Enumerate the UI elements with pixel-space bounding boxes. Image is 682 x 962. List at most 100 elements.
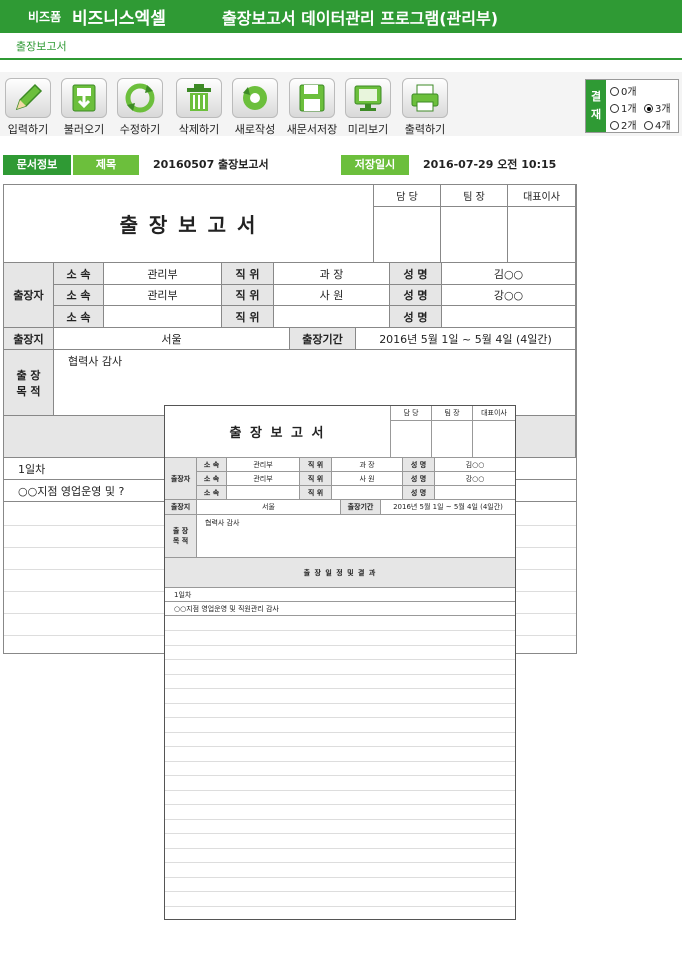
load-button[interactable]: 불러오기 xyxy=(56,78,112,137)
approver-2-label: 팀 장 xyxy=(441,185,508,207)
pencil-icon xyxy=(5,78,51,118)
app-title: 출장보고서 데이터관리 프로그램(관리부) xyxy=(222,9,499,28)
preview-name-value: 김○○ xyxy=(435,458,515,472)
approver-1-label: 담 당 xyxy=(374,185,441,207)
approval-option-4[interactable]: 4개 xyxy=(644,117,671,132)
preview-name-label: 성 명 xyxy=(403,486,435,500)
approval-count-selector: 결 재 0개 1개 3개 2개 4개 xyxy=(585,79,679,133)
preview-title: 출 장 보 고 서 xyxy=(165,406,391,458)
document-info-bar: 문서정보 제목 20160507 출장보고서 저장일시 2016-07-29 오… xyxy=(3,155,577,175)
preview-purpose-value: 협력사 감사 xyxy=(197,515,515,558)
approver-1-sign[interactable] xyxy=(374,207,441,263)
position-label: 직 위 xyxy=(222,306,274,328)
position-label: 직 위 xyxy=(222,285,274,306)
preview-traveler-label: 출장자 xyxy=(165,458,197,500)
edit-button[interactable]: 수정하기 xyxy=(112,78,168,137)
preview-position-label: 직 위 xyxy=(300,458,332,472)
place-value[interactable]: 서울 xyxy=(54,328,290,350)
name-label: 성 명 xyxy=(390,285,442,306)
position-label: 직 위 xyxy=(222,263,274,285)
preview-sign-3 xyxy=(473,421,515,458)
position-value[interactable]: 과 장 xyxy=(274,263,390,285)
tab-report[interactable]: 출장보고서 xyxy=(16,38,67,54)
preview-approver-1: 담 당 xyxy=(391,406,432,421)
dept-label: 소 속 xyxy=(54,306,104,328)
save-new-button[interactable]: 새문서저장 xyxy=(284,78,340,137)
approval-option-1[interactable]: 1개 xyxy=(610,100,637,115)
preview-dept-value: 관리부 xyxy=(227,472,300,486)
brand-small: 비즈폼 xyxy=(28,10,62,24)
name-value[interactable] xyxy=(442,306,576,328)
report-title: 출 장 보 고 서 xyxy=(4,185,374,263)
new-button-label: 새로작성 xyxy=(234,123,276,136)
name-value[interactable]: 강○○ xyxy=(442,285,576,306)
name-value[interactable]: 김○○ xyxy=(442,263,576,285)
approval-label: 결 재 xyxy=(586,80,606,132)
approval-option-3[interactable]: 3개 xyxy=(644,100,671,115)
preview-row-divider xyxy=(165,630,515,631)
print-button-label: 출력하기 xyxy=(404,123,446,136)
preview-row-divider xyxy=(165,644,515,646)
preview-button[interactable]: 미리보기 xyxy=(340,78,396,137)
preview-period-label: 출장기간 xyxy=(341,500,381,515)
preview-row-divider xyxy=(165,760,515,762)
title-label: 제목 xyxy=(73,155,139,175)
preview-row-divider xyxy=(165,659,515,660)
preview-row-divider xyxy=(165,702,515,704)
approval-option-2[interactable]: 2개 xyxy=(610,117,637,132)
dept-value[interactable] xyxy=(104,306,222,328)
place-label: 출장지 xyxy=(4,328,54,350)
load-button-label: 불러오기 xyxy=(63,123,105,136)
dept-value[interactable]: 관리부 xyxy=(104,263,222,285)
print-button[interactable]: 출력하기 xyxy=(397,78,453,137)
preview-schedule-header: 출 장 일 정 및 결 과 xyxy=(165,558,515,588)
preview-position-value: 사 원 xyxy=(332,472,403,486)
radio-icon xyxy=(610,121,619,130)
preview-row-divider xyxy=(165,833,515,834)
trash-icon xyxy=(176,78,222,118)
delete-button-label: 삭제하기 xyxy=(178,123,220,136)
preview-period-value: 2016년 5월 1일 ~ 5월 4일 (4일간) xyxy=(381,500,515,515)
brand-logo: 비즈니스엑셀 xyxy=(72,9,166,29)
name-label: 성 명 xyxy=(390,263,442,285)
preview-position-label: 직 위 xyxy=(300,486,332,500)
preview-row-divider xyxy=(165,891,515,892)
radio-selected-icon xyxy=(644,104,653,113)
approver-3-label: 대표이사 xyxy=(508,185,576,207)
radio-icon xyxy=(610,104,619,113)
preview-row-divider xyxy=(165,731,515,733)
saved-date-value: 2016-07-29 오전 10:15 xyxy=(423,158,557,171)
input-button[interactable]: 입력하기 xyxy=(0,78,56,137)
approver-3-sign[interactable] xyxy=(508,207,576,263)
delete-button[interactable]: 삭제하기 xyxy=(171,78,227,137)
approver-2-sign[interactable] xyxy=(441,207,508,263)
position-value[interactable]: 사 원 xyxy=(274,285,390,306)
name-label: 성 명 xyxy=(390,306,442,328)
docinfo-section-label: 문서정보 xyxy=(3,155,71,175)
new-button[interactable]: 새로작성 xyxy=(227,78,283,137)
preview-row-divider xyxy=(165,862,515,863)
preview-row-divider xyxy=(165,818,515,820)
preview-dept-label: 소 속 xyxy=(197,486,227,500)
new-icon xyxy=(232,78,278,118)
preview-sign-2 xyxy=(432,421,473,458)
dept-value[interactable]: 관리부 xyxy=(104,285,222,306)
tab-underline xyxy=(0,58,682,60)
period-label: 출장기간 xyxy=(290,328,356,350)
edit-button-label: 수정하기 xyxy=(119,123,161,136)
input-button-label: 입력하기 xyxy=(7,123,49,136)
period-value[interactable]: 2016년 5월 1일 ~ 5월 4일 (4일간) xyxy=(356,328,576,350)
preview-place-label: 출장지 xyxy=(165,500,197,515)
preview-name-label: 성 명 xyxy=(403,458,435,472)
position-value[interactable] xyxy=(274,306,390,328)
radio-icon xyxy=(644,121,653,130)
preview-row-divider xyxy=(165,717,515,718)
preview-approver-2: 팀 장 xyxy=(432,406,473,421)
title-value[interactable]: 20160507 출장보고서 xyxy=(153,155,269,175)
preview-position-value xyxy=(332,486,403,500)
preview-row-divider xyxy=(165,876,515,878)
app-header: 비즈폼 비즈니스엑셀 출장보고서 데이터관리 프로그램(관리부) xyxy=(0,0,682,33)
approval-option-0[interactable]: 0개 xyxy=(610,83,637,98)
preview-activity-row: ○○지점 영업운영 및 직원관리 감사 xyxy=(165,602,515,616)
purpose-label: 출 장 목 적 xyxy=(4,350,54,416)
